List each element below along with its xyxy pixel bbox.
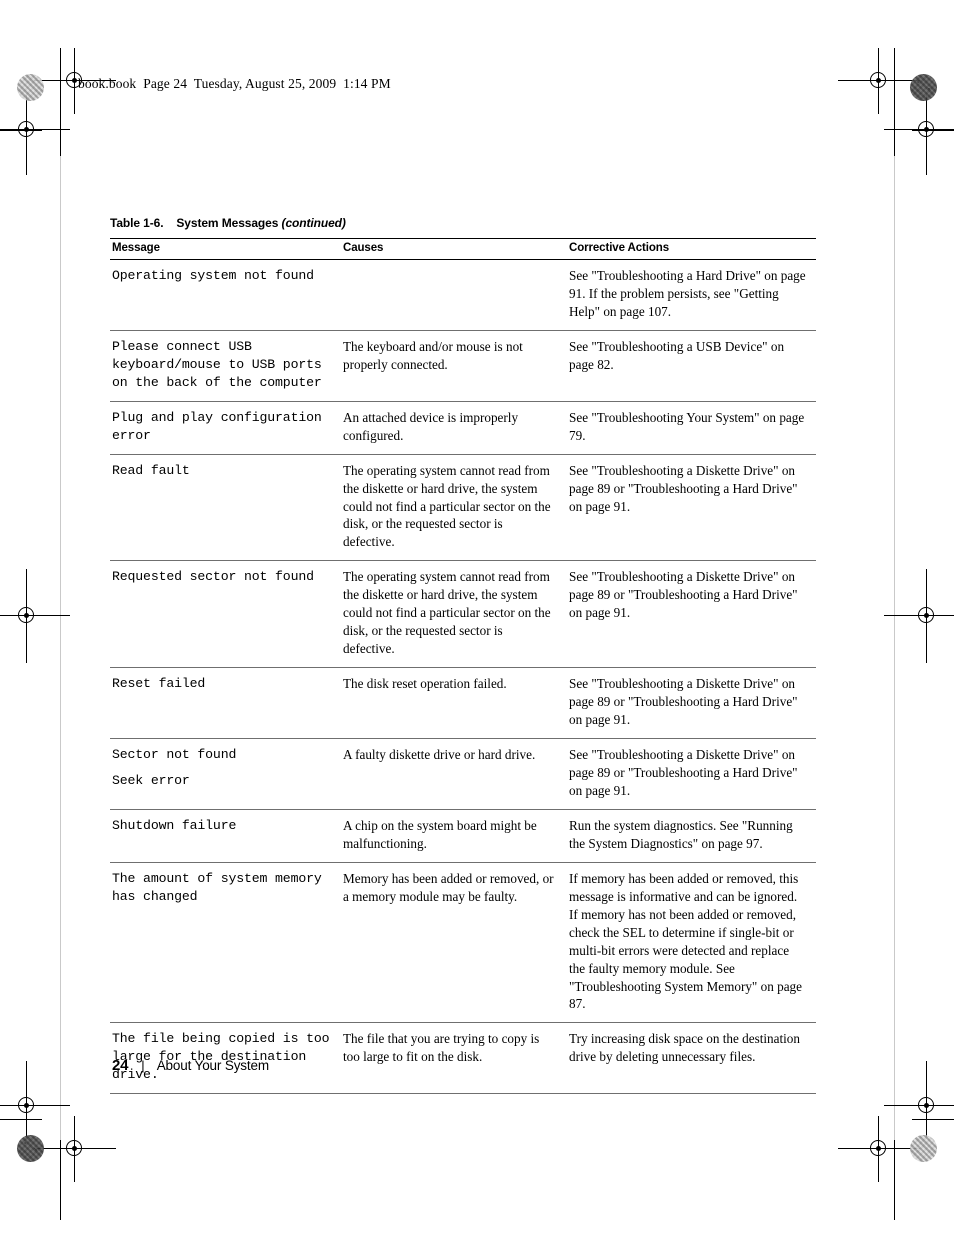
cell-corrective: See "Troubleshooting a Hard Drive" on pa… — [567, 259, 816, 331]
cell-cause: Memory has been added or removed, or a m… — [341, 862, 567, 1024]
cell-cause: The disk reset operation failed. — [341, 667, 567, 740]
registration-mark-upper-right-outer — [884, 95, 954, 175]
cell-message: Read fault — [110, 454, 341, 562]
cell-corrective: See "Troubleshooting a Diskette Drive" o… — [567, 454, 816, 562]
cell-message: Shutdown failure — [110, 809, 341, 863]
cell-message: Reset failed — [110, 667, 341, 740]
trim-line-bottom-left-horizontal — [0, 1119, 42, 1120]
column-header-message: Message — [110, 238, 341, 260]
table-caption-number: Table 1-6. — [110, 216, 164, 230]
table-row: Please connect USB keyboard/mouse to USB… — [110, 330, 816, 402]
cell-message: Operating system not found — [110, 259, 341, 331]
column-header-causes: Causes — [341, 238, 567, 260]
cell-corrective: See "Troubleshooting a Diskette Drive" o… — [567, 560, 816, 669]
table-caption: Table 1-6. System Messages (continued) — [110, 216, 816, 230]
system-messages-table-block: Table 1-6. System Messages (continued) M… — [110, 216, 816, 1095]
cell-corrective: See "Troubleshooting Your System" on pag… — [567, 401, 816, 455]
trim-line-left-vertical — [60, 48, 61, 156]
footer-separator: | — [141, 1058, 145, 1073]
cell-message: Requested sector not found — [110, 560, 341, 669]
page-footer: 24 | About Your System — [112, 1057, 269, 1074]
cell-cause: The file that you are trying to copy is … — [341, 1022, 567, 1095]
registration-mark-lower-left-outer — [0, 1061, 70, 1137]
cell-message: The amount of system memory has changed — [110, 862, 341, 1024]
registration-mark-upper-left-outer — [0, 95, 70, 175]
table-row: Read fault The operating system cannot r… — [110, 454, 816, 562]
margin-rule-right — [894, 156, 895, 1140]
trim-line-right-vertical — [894, 48, 895, 156]
cell-corrective: See "Troubleshooting a Diskette Drive" o… — [567, 667, 816, 740]
system-messages-table: Message Causes Corrective Actions Operat… — [110, 238, 816, 1095]
registration-mark-middle-right — [884, 569, 954, 663]
cell-corrective: Try increasing disk space on the destina… — [567, 1022, 816, 1095]
cell-message: Plug and play configuration error — [110, 401, 341, 455]
cell-corrective: See "Troubleshooting a USB Device" on pa… — [567, 330, 816, 402]
table-caption-continued: (continued) — [281, 216, 346, 230]
trim-line-right-vertical-lower — [894, 1140, 895, 1220]
cell-message-line-1: Sector not found — [112, 747, 237, 763]
cell-message: Please connect USB keyboard/mouse to USB… — [110, 330, 341, 402]
cell-cause: An attached device is improperly configu… — [341, 401, 567, 455]
table-body: Operating system not found See "Troubles… — [110, 259, 816, 1095]
footer-section-title: About Your System — [156, 1058, 269, 1073]
cell-cause: The operating system cannot read from th… — [341, 560, 567, 669]
halftone-patch-top-left — [17, 74, 44, 101]
table-row: Reset failed The disk reset operation fa… — [110, 667, 816, 740]
cell-corrective: See "Troubleshooting a Diskette Drive" o… — [567, 738, 816, 810]
table-caption-title: System Messages — [176, 216, 279, 230]
cell-cause: A faulty diskette drive or hard drive. — [341, 738, 567, 810]
table-row: Shutdown failure A chip on the system bo… — [110, 809, 816, 863]
running-header: book.book Page 24 Tuesday, August 25, 20… — [78, 76, 391, 91]
registration-mark-lower-right-outer — [884, 1061, 954, 1137]
cell-corrective: If memory has been added or removed, thi… — [567, 862, 816, 1024]
column-header-corrective-actions: Corrective Actions — [567, 238, 816, 260]
trim-line-left-vertical-lower — [60, 1140, 61, 1220]
table-row: Requested sector not found The operating… — [110, 560, 816, 669]
table-header-row: Message Causes Corrective Actions — [110, 238, 816, 260]
document-page: book.book Page 24 Tuesday, August 25, 20… — [0, 0, 954, 1235]
cell-cause: The keyboard and/or mouse is not properl… — [341, 330, 567, 402]
cell-cause: A chip on the system board might be malf… — [341, 809, 567, 863]
cell-message: Sector not found Seek error — [110, 738, 341, 810]
table-head: Message Causes Corrective Actions — [110, 238, 816, 260]
registration-mark-top-right — [838, 48, 920, 114]
table-row: Plug and play configuration error An att… — [110, 401, 816, 455]
halftone-patch-bottom-right — [910, 1135, 937, 1162]
table-row: The amount of system memory has changed … — [110, 862, 816, 1024]
registration-mark-bottom-left — [34, 1116, 116, 1182]
halftone-patch-bottom-left — [17, 1135, 44, 1162]
footer-page-number: 24 — [112, 1057, 129, 1074]
cell-message-line-2: Seek error — [112, 772, 190, 788]
cell-cause — [341, 259, 567, 331]
table-row: Sector not found Seek error A faulty disk… — [110, 738, 816, 810]
registration-mark-bottom-right — [838, 1116, 920, 1182]
cell-corrective: Run the system diagnostics. See "Running… — [567, 809, 816, 863]
halftone-patch-top-right — [910, 74, 937, 101]
margin-rule-left — [60, 156, 61, 1140]
cell-cause: The operating system cannot read from th… — [341, 454, 567, 562]
trim-line-bottom-right-horizontal — [912, 1119, 954, 1120]
table-row: Operating system not found See "Troubles… — [110, 259, 816, 331]
registration-mark-middle-left — [0, 569, 70, 663]
